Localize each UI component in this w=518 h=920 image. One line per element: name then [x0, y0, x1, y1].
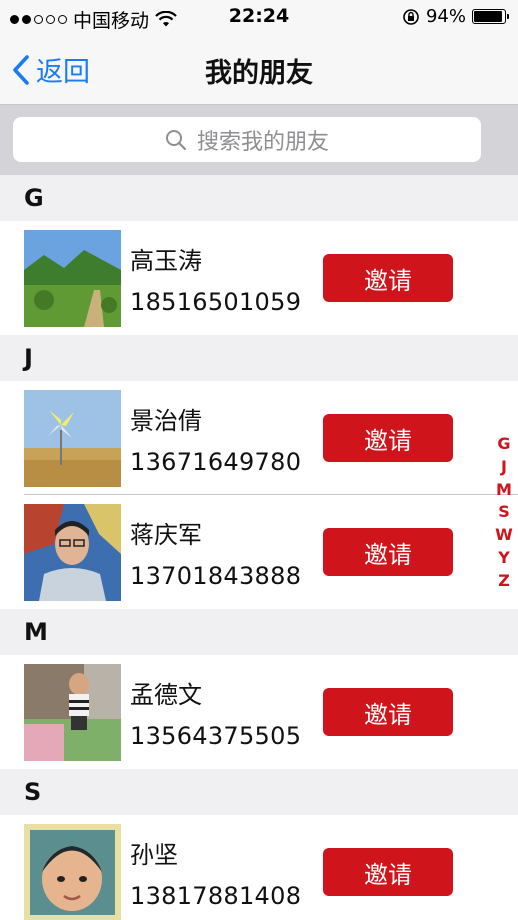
avatar: [24, 390, 121, 487]
contact-row[interactable]: 孟德文 13564375505 邀请: [0, 655, 518, 769]
friends-screen: 中国移动 22:24 94% 返回 我的朋友 搜索我的朋友 G 高玉涛 1851…: [0, 0, 518, 920]
avatar: [24, 824, 121, 920]
index-letter-w[interactable]: W: [495, 524, 513, 547]
battery-percent: 94%: [425, 6, 466, 27]
section-header-s: S: [0, 769, 518, 815]
contact-phone: 13564375505: [130, 722, 302, 750]
avatar: [24, 230, 121, 327]
contact-row[interactable]: 蒋庆军 13701843888 邀请: [0, 495, 518, 609]
contact-name: 孙坚: [130, 841, 178, 869]
battery-icon: [472, 9, 509, 24]
contact-name: 景治倩: [130, 407, 202, 435]
status-bar: 中国移动 22:24 94%: [0, 0, 518, 34]
back-button[interactable]: 返回: [12, 50, 90, 89]
index-letter-m[interactable]: M: [496, 479, 512, 502]
contact-phone: 13671649780: [130, 448, 302, 476]
index-letter-y[interactable]: Y: [498, 547, 510, 570]
contact-phone: 13701843888: [130, 562, 302, 590]
avatar: [24, 504, 121, 601]
alphabet-index-bar[interactable]: G J M S W Y Z: [494, 433, 514, 593]
contact-row[interactable]: 景治倩 13671649780 邀请: [0, 381, 518, 495]
search-input[interactable]: 搜索我的朋友: [13, 117, 481, 162]
index-letter-j[interactable]: J: [501, 456, 507, 479]
battery-fill: [474, 11, 503, 22]
contact-phone: 18516501059: [130, 288, 302, 316]
chevron-left-icon: [13, 54, 29, 85]
avatar: [24, 664, 121, 761]
search-icon: [165, 129, 187, 150]
index-letter-s[interactable]: S: [498, 501, 510, 524]
invite-button[interactable]: 邀请: [323, 688, 453, 736]
navigation-bar: 返回 我的朋友: [0, 34, 518, 105]
contact-row[interactable]: 孙坚 13817881408 邀请: [0, 815, 518, 920]
contact-name: 孟德文: [130, 681, 202, 709]
section-header-j: J: [0, 335, 518, 381]
search-bar: 搜索我的朋友: [0, 105, 518, 175]
contact-phone: 13817881408: [130, 882, 302, 910]
search-placeholder: 搜索我的朋友: [196, 129, 329, 155]
invite-button[interactable]: 邀请: [323, 414, 453, 462]
back-label: 返回: [36, 57, 90, 88]
index-letter-g[interactable]: G: [497, 433, 510, 456]
index-letter-z[interactable]: Z: [498, 570, 510, 593]
status-right: 94%: [402, 6, 509, 27]
contact-name: 高玉涛: [130, 247, 202, 275]
section-header-m: M: [0, 609, 518, 655]
contact-row[interactable]: 高玉涛 18516501059 邀请: [0, 221, 518, 335]
orientation-lock-icon: [403, 8, 419, 25]
section-header-g: G: [0, 175, 518, 221]
invite-button[interactable]: 邀请: [323, 528, 453, 576]
invite-button[interactable]: 邀请: [323, 254, 453, 302]
contact-name: 蒋庆军: [130, 521, 202, 549]
invite-button[interactable]: 邀请: [323, 848, 453, 896]
